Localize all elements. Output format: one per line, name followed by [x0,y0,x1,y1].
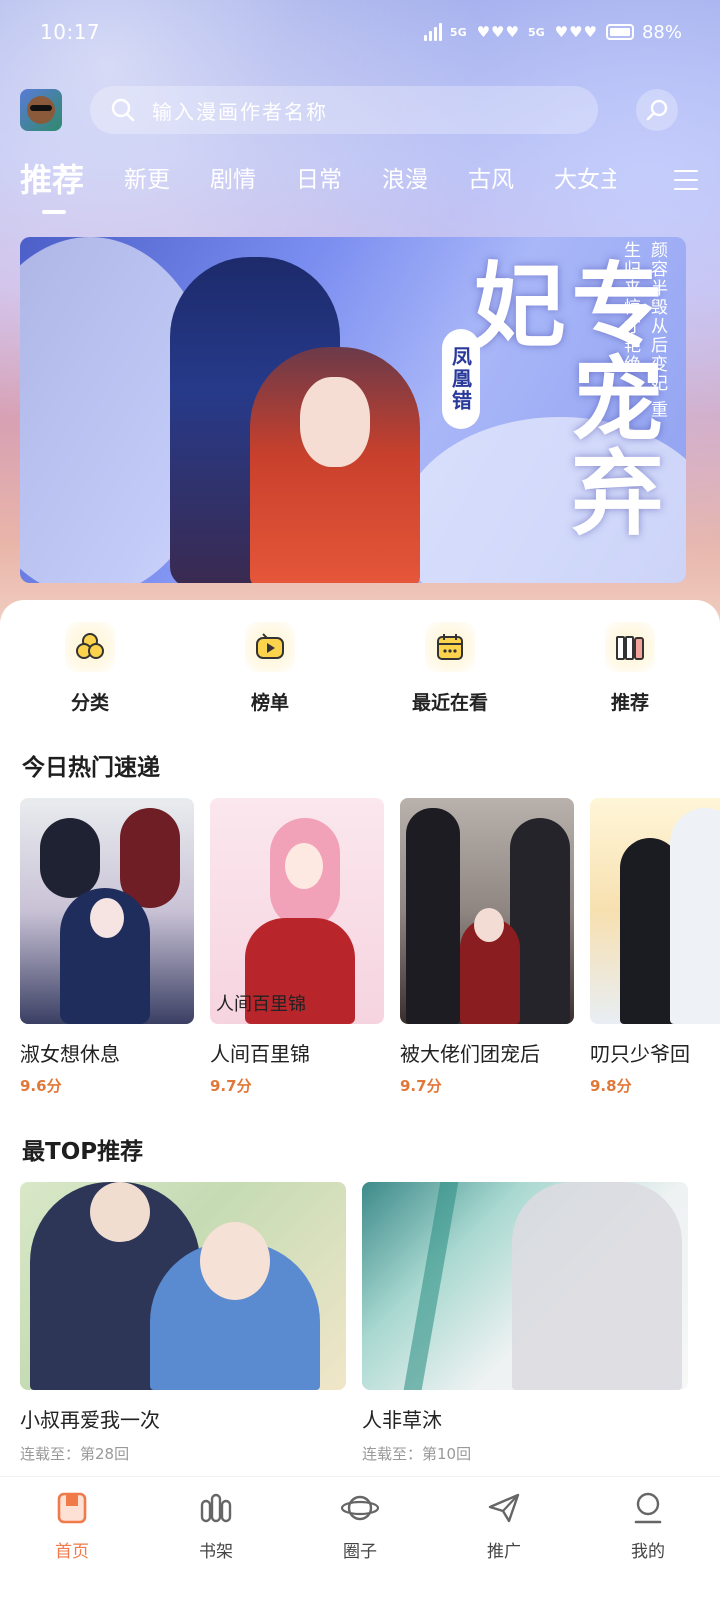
nav-profile[interactable]: 我的 [576,1477,720,1600]
battery-level: 88% [641,21,682,43]
nav-home[interactable]: 首页 [0,1477,144,1600]
nav-label: 圈子 [343,1542,377,1562]
calendar-icon [425,622,475,672]
main-content: 分类 榜单 最近在看 推荐 今日热门速递 淑女想休息 9.6分 人间百里锦 人间… [0,600,720,1600]
paper-plane-icon [488,1493,520,1523]
quick-item-category[interactable]: 分类 [0,622,180,718]
quick-item-recommend[interactable]: 推荐 [540,622,720,718]
comic-title: 小叔再爱我一次 [20,1408,160,1432]
tab-new[interactable]: 新更 [124,158,170,202]
comic-card[interactable]: 人非草沐 连载至：第10回 [362,1182,688,1464]
comic-cover: 人间百里锦 [210,798,384,1024]
planet-icon [341,1495,379,1521]
bottom-nav: 首页 书架 圈子 推广 我的 [0,1476,720,1600]
comic-progress: 连载至：第10回 [362,1445,472,1463]
comic-cover [20,1182,346,1390]
tab-daily[interactable]: 日常 [296,158,342,202]
quick-label: 分类 [70,692,109,714]
nav-label: 我的 [631,1542,665,1562]
comic-progress: 连载至：第28回 [20,1445,130,1463]
search-input[interactable]: 输入漫画作者名称 [90,86,598,134]
network-type-2: 5G [527,25,545,39]
tab-drama[interactable]: 剧情 [210,158,256,202]
comic-cover [362,1182,688,1390]
comic-score: 9.6分 [20,1077,62,1095]
category-tabs: 推荐 新更 剧情 日常 浪漫 古风 大女主 [20,158,720,222]
comic-title: 人间百里锦 [210,1042,310,1066]
search-action-icon [646,99,668,121]
banner-carousel[interactable]: 专宠弃妃 凤凰错 颜容半毁从后变妃 重生归来惊才艳绝 [20,237,686,583]
comic-cover [590,798,720,1024]
profile-icon [634,1492,662,1524]
quick-label: 最近在看 [411,692,488,714]
avatar-face [27,96,55,124]
nav-bookshelf[interactable]: 书架 [144,1477,288,1600]
tabs-menu-icon[interactable] [674,168,698,192]
comic-card[interactable]: 小叔再爱我一次 连载至：第28回 [20,1182,346,1464]
battery-icon [605,24,634,40]
search-action-button[interactable] [636,89,678,131]
status-indicators: 5G ♥♥♥ 5G ♥♥♥ 88% [423,21,682,43]
comic-card[interactable]: 人间百里锦 人间百里锦 9.7分 [210,798,384,1096]
nav-label: 推广 [487,1542,521,1562]
category-icon [65,622,115,672]
comic-card[interactable]: 淑女想休息 9.6分 [20,798,194,1096]
cover-text: 人间百里锦 [216,994,306,1015]
home-icon [57,1492,87,1524]
nav-promote[interactable]: 推广 [432,1477,576,1600]
status-time: 10:17 [40,20,101,44]
comic-score: 9.8分 [590,1077,632,1095]
quick-menu: 分类 榜单 最近在看 推荐 [0,622,720,718]
banner-seal: 凤凰错 [442,329,480,429]
quick-label: 推荐 [610,692,649,714]
comic-title: 淑女想休息 [20,1042,120,1066]
quick-item-recent[interactable]: 最近在看 [360,622,540,718]
notification-hearts-icon: ♥♥♥ [476,23,520,41]
comic-title: 被大佬们团宠后 [400,1042,540,1066]
nav-circle[interactable]: 圈子 [288,1477,432,1600]
signal-icon [423,23,442,41]
search-placeholder: 输入漫画作者名称 [152,99,328,124]
tab-ancient[interactable]: 古风 [468,158,514,202]
comic-score: 9.7分 [400,1077,442,1095]
quick-item-ranking[interactable]: 榜单 [180,622,360,718]
nav-label: 书架 [199,1542,233,1562]
nav-label: 首页 [55,1542,89,1562]
quick-label: 榜单 [250,692,289,714]
top-section-title: 最TOP推荐 [22,1139,144,1165]
comic-score: 9.7分 [210,1077,252,1095]
comic-title: 人非草沐 [362,1408,442,1432]
avatar-icon[interactable] [20,89,62,131]
comic-card[interactable]: 被大佬们团宠后 9.7分 [400,798,574,1096]
banner-tagline: 颜容半毁从后变妃 重生归来惊才艳绝 [620,241,667,420]
comic-card[interactable]: 叨只少爷回 9.8分 [590,798,720,1096]
network-type-1: 5G [449,25,467,39]
hot-section-title: 今日热门速递 [22,755,160,781]
header: 输入漫画作者名称 [20,86,700,134]
banner-character-face [300,377,370,467]
ranking-icon [245,622,295,672]
tab-recommend[interactable]: 推荐 [20,158,84,214]
notification-hearts-icon: ♥♥♥ [554,23,598,41]
comic-cover [400,798,574,1024]
status-bar: 10:17 5G ♥♥♥ 5G ♥♥♥ 88% [0,0,720,64]
search-icon [111,98,135,122]
tab-heroine[interactable]: 大女主 [554,158,616,202]
comic-cover [20,798,194,1024]
tab-romance[interactable]: 浪漫 [382,158,428,202]
bookshelf-icon [200,1493,232,1523]
comic-title: 叨只少爷回 [590,1042,690,1066]
books-icon [605,622,655,672]
hot-list: 淑女想休息 9.6分 人间百里锦 人间百里锦 9.7分 被大佬们团宠后 9.7分 [20,798,720,1098]
